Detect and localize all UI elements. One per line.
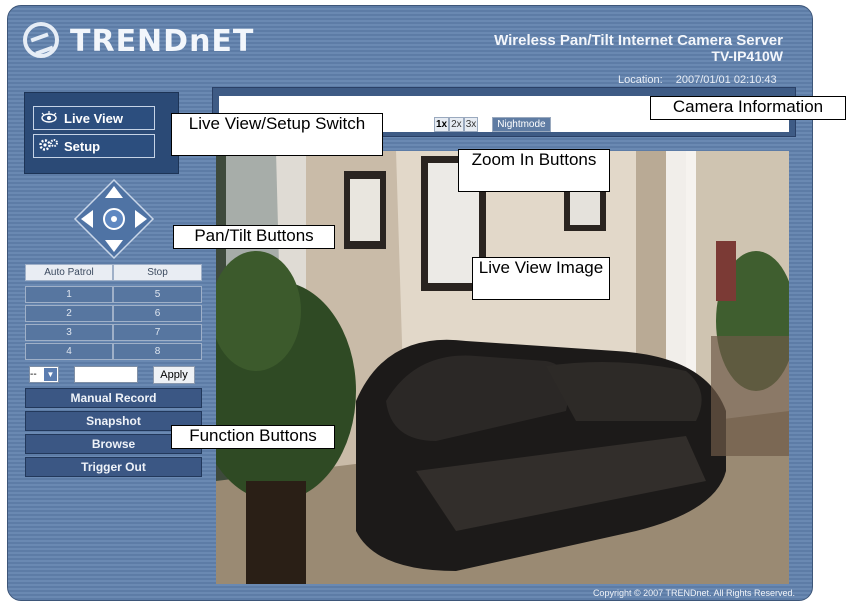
live-view-button[interactable]: Live View [33, 106, 155, 130]
auto-patrol-button[interactable]: Auto Patrol [25, 264, 113, 281]
chevron-down-icon: ▼ [44, 368, 57, 381]
camera-scene [216, 151, 789, 584]
trigger-out-button[interactable]: Trigger Out [25, 457, 202, 477]
eye-icon [34, 110, 64, 127]
stop-button[interactable]: Stop [113, 264, 202, 281]
annotation-live-view-image: Live View Image [472, 257, 610, 300]
gears-icon [34, 138, 64, 155]
annotation-pan-tilt-buttons: Pan/Tilt Buttons [173, 225, 335, 249]
mode-switch-panel [24, 92, 179, 174]
preset-3-button[interactable]: 3 [25, 324, 113, 341]
zoom-1x-button[interactable]: 1x [434, 117, 450, 132]
manual-record-button[interactable]: Manual Record [25, 388, 202, 408]
preset-name-input[interactable] [74, 366, 138, 383]
zoom-3x-button[interactable]: 3x [463, 117, 479, 132]
zoom-2x-button[interactable]: 2x [449, 117, 464, 132]
setup-button[interactable]: Setup [33, 134, 155, 158]
location-label: Location: [618, 74, 663, 86]
preset-select[interactable]: -- ▼ [29, 366, 59, 383]
live-view-label: Live View [64, 110, 124, 126]
logo-text: TRENDnET [70, 24, 255, 59]
preset-4-button[interactable]: 4 [25, 343, 113, 360]
preset-7-button[interactable]: 7 [113, 324, 202, 341]
location-readout: Location: 2007/01/01 02:10:43 [618, 74, 777, 86]
preset-2-button[interactable]: 2 [25, 305, 113, 322]
dpad-icon [73, 178, 155, 260]
preset-1-button[interactable]: 1 [25, 286, 113, 303]
annotation-camera-information: Camera Information [650, 96, 846, 120]
apply-button[interactable]: Apply [153, 366, 195, 384]
trendnet-logo-icon [23, 22, 59, 58]
annotation-function-buttons: Function Buttons [171, 425, 335, 449]
annotation-zoom-in-buttons: Zoom In Buttons [458, 149, 610, 192]
product-model: TV-IP410W [711, 48, 783, 64]
preset-6-button[interactable]: 6 [113, 305, 202, 322]
trendnet-logo: TRENDnET [20, 22, 253, 64]
live-view-image [216, 151, 789, 584]
product-title: Wireless Pan/Tilt Internet Camera Server [494, 32, 783, 49]
preset-select-value: -- [30, 369, 37, 380]
preset-8-button[interactable]: 8 [113, 343, 202, 360]
nightmode-button[interactable]: Nightmode [492, 117, 551, 132]
annotation-live-view-setup-switch: Live View/Setup Switch [171, 113, 383, 156]
zoom-buttons: 1x 2x 3x Nightmode [434, 117, 551, 132]
preset-5-button[interactable]: 5 [113, 286, 202, 303]
setup-label: Setup [64, 138, 101, 154]
copyright-text: Copyright © 2007 TRENDnet. All Rights Re… [592, 588, 795, 598]
datetime: 2007/01/01 02:10:43 [675, 74, 777, 86]
